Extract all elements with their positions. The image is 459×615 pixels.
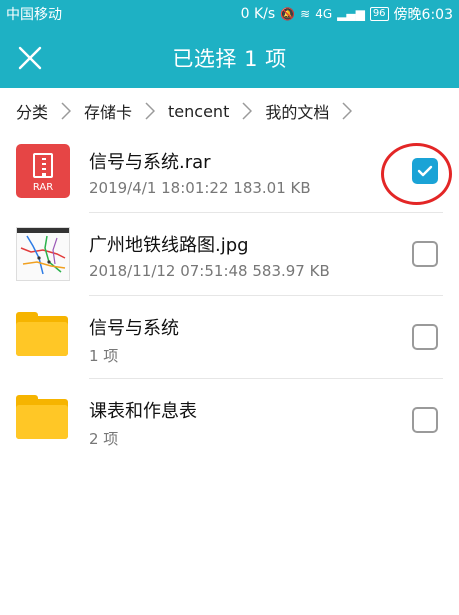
file-meta: 2018/11/12 07:51:48 583.97 KB [89, 262, 330, 280]
network-type: 4G [315, 7, 333, 21]
carrier-label: 中国移动 [6, 7, 62, 23]
folder-meta: 2 项 [89, 430, 119, 448]
folder-meta: 1 项 [89, 347, 119, 365]
file-row[interactable]: 广州地铁线路图.jpg 2018/11/12 07:51:48 583.97 K… [0, 213, 459, 296]
top-bar: 中国移动 0 K/s 🔕 ≋ 4G ▂▄▆ 96 傍晚6:03 已选择 1 项 [0, 0, 459, 88]
clock: 傍晚6:03 [393, 7, 453, 23]
breadcrumb-item-storage[interactable]: 存储卡 [84, 99, 132, 123]
image-thumbnail [16, 227, 70, 281]
app-header: 已选择 1 项 [0, 26, 459, 88]
rar-icon: RAR [16, 144, 70, 198]
chevron-right-icon [61, 102, 72, 120]
file-meta: 2019/4/1 18:01:22 183.01 KB [89, 179, 311, 197]
page-title: 已选择 1 项 [172, 47, 287, 71]
folder-row[interactable]: 信号与系统 1 项 [0, 296, 459, 379]
breadcrumb-item-category[interactable]: 分类 [16, 99, 48, 123]
chevron-right-icon [342, 102, 353, 120]
rar-label: RAR [32, 182, 54, 193]
network-speed: 0 K/s [240, 6, 276, 22]
breadcrumb-item-tencent[interactable]: tencent [168, 102, 229, 121]
folder-icon [16, 310, 70, 364]
chevron-right-icon [145, 102, 156, 120]
status-right: 0 K/s 🔕 ≋ 4G ▂▄▆ 96 傍晚6:03 [241, 4, 453, 24]
wifi-icon: ≋ [300, 7, 311, 21]
signal-icon: ▂▄▆ [337, 7, 365, 21]
chevron-right-icon [242, 102, 253, 120]
folder-name: 课表和作息表 [89, 401, 197, 422]
file-name: 广州地铁线路图.jpg [89, 235, 249, 256]
folder-name: 信号与系统 [89, 318, 179, 339]
file-name: 信号与系统.rar [89, 152, 211, 173]
breadcrumb-item-documents[interactable]: 我的文档 [265, 99, 329, 123]
checkbox[interactable] [412, 407, 438, 433]
battery-level: 96 [369, 7, 389, 21]
mute-icon: 🔕 [280, 7, 296, 21]
status-bar: 中国移动 0 K/s 🔕 ≋ 4G ▂▄▆ 96 傍晚6:03 [0, 0, 459, 26]
checkbox[interactable] [412, 324, 438, 350]
checkbox[interactable] [412, 241, 438, 267]
highlight-circle [381, 143, 452, 205]
metro-map-image [17, 228, 69, 275]
breadcrumb: 分类 存储卡 tencent 我的文档 [0, 96, 365, 126]
folder-icon [16, 393, 70, 447]
folder-row[interactable]: 课表和作息表 2 项 [0, 379, 459, 462]
